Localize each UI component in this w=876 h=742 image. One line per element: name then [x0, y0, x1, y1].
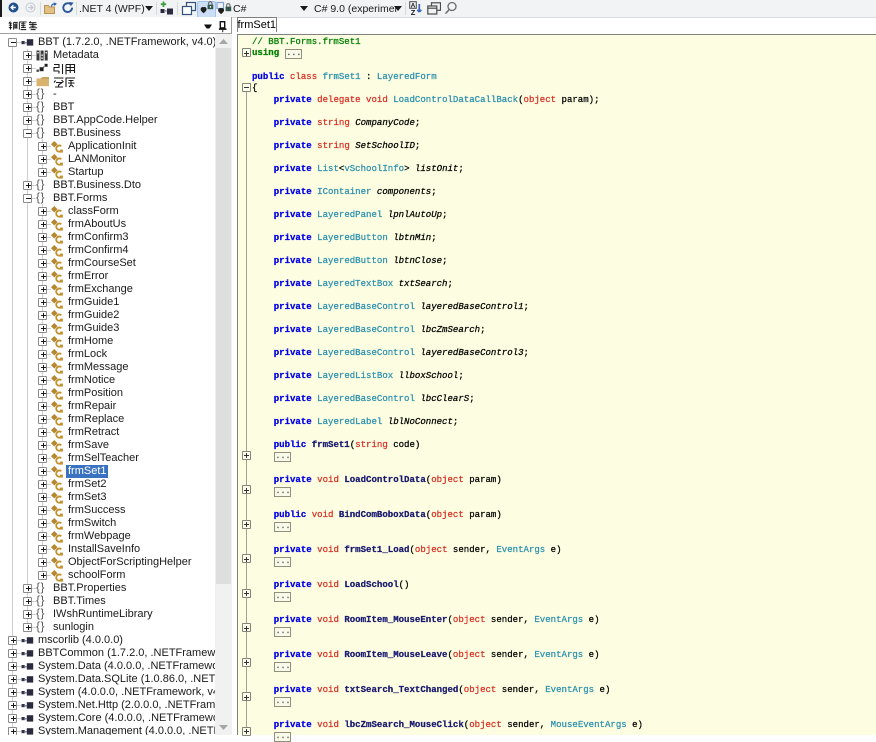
svg-text:Z: Z: [411, 8, 416, 16]
